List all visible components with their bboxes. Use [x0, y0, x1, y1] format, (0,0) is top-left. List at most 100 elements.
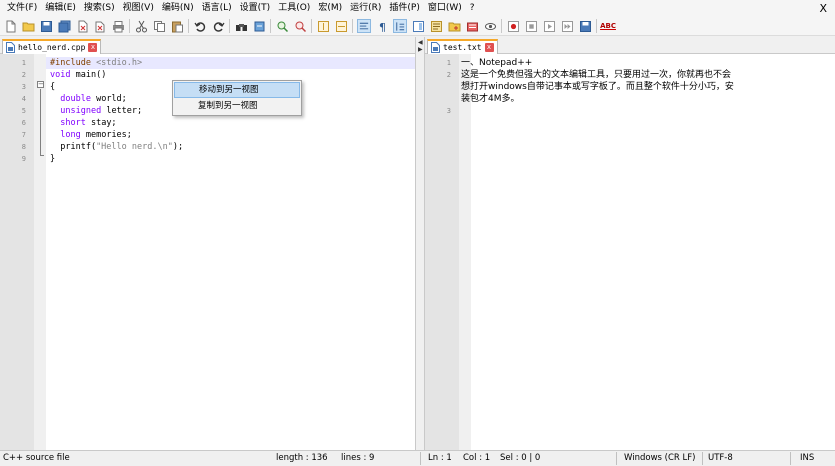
sync-horizontal-icon[interactable]	[334, 19, 348, 33]
line-number: 2	[21, 71, 26, 79]
notepadpp-window: 文件(F) 编辑(E) 搜索(S) 视图(V) 编码(N) 语言(L) 设置(T…	[0, 0, 835, 466]
indent-guide-icon[interactable]	[393, 19, 407, 33]
redo-icon[interactable]	[211, 19, 225, 33]
menu-help[interactable]: ?	[466, 0, 479, 17]
show-all-chars-icon[interactable]: ¶	[375, 19, 389, 33]
new-file-icon[interactable]	[3, 19, 17, 33]
right-tab-bar: test.txt x	[425, 37, 835, 54]
tab-hello-nerd-cpp[interactable]: hello_nerd.cpp x	[2, 39, 102, 54]
menu-window[interactable]: 窗口(W)	[424, 0, 466, 17]
save-icon[interactable]	[39, 19, 53, 33]
save-all-icon[interactable]	[57, 19, 71, 33]
macro-play-multiple-icon[interactable]	[560, 19, 574, 33]
file-icon	[6, 42, 15, 53]
function-list-icon[interactable]	[429, 19, 443, 33]
clone-to-other-view-item[interactable]: 复制到另一视图	[174, 98, 300, 114]
sync-vertical-icon[interactable]	[316, 19, 330, 33]
left-tab-bar: hello_nerd.cpp x	[0, 37, 415, 54]
code-token: {	[50, 82, 56, 92]
macro-play-icon[interactable]	[542, 19, 556, 33]
line-number: 9	[21, 155, 26, 163]
tab-test-txt[interactable]: test.txt x	[427, 39, 498, 54]
status-sel: Sel : 0 | 0	[500, 453, 541, 463]
move-to-other-view-item[interactable]: 移动到另一视图	[174, 82, 300, 98]
window-close-button[interactable]: X	[819, 2, 827, 15]
copy-icon[interactable]	[152, 19, 166, 33]
status-bar: C++ source file length : 136 lines : 9 L…	[0, 450, 835, 466]
text-line: 这是一个免费但强大的文本编辑工具，只要用过一次，你就再也不会	[461, 70, 732, 80]
status-col: Col : 1	[463, 453, 491, 463]
tab-close-icon[interactable]: x	[484, 43, 494, 52]
folder-workspace-icon[interactable]	[447, 19, 461, 33]
code-token: );	[172, 142, 184, 152]
replace-icon[interactable]	[252, 19, 266, 33]
right-editor-view: test.txt x 1 一、Notepad++ 2 这是一个免费但强大的文本编辑工具…	[425, 37, 835, 450]
undo-icon[interactable]	[193, 19, 207, 33]
status-separator	[702, 452, 703, 465]
status-lines: lines : 9	[341, 453, 375, 463]
fold-line-end	[40, 155, 44, 156]
menu-edit[interactable]: 编辑(E)	[41, 0, 80, 17]
doc-map-icon[interactable]	[411, 19, 425, 33]
line-number	[425, 81, 451, 93]
menu-settings[interactable]: 设置(T)	[236, 0, 275, 17]
code-token: stay;	[85, 118, 117, 128]
monitoring-eye-icon[interactable]	[483, 19, 497, 33]
open-folder-icon[interactable]	[21, 19, 35, 33]
code-token: #include	[50, 58, 97, 68]
svg-text:¶: ¶	[379, 21, 386, 33]
close-all-icon[interactable]	[93, 19, 107, 33]
menu-search[interactable]: 搜索(S)	[80, 0, 119, 17]
menu-run[interactable]: 运行(R)	[346, 0, 385, 17]
line-number: 4	[21, 95, 26, 103]
line-number: 1	[446, 59, 451, 67]
menu-tools[interactable]: 工具(O)	[274, 0, 314, 17]
text-editor[interactable]: 1 一、Notepad++ 2 这是一个免费但强大的文本编辑工具，只要用过一次，你就再…	[425, 54, 835, 450]
code-token: void	[50, 70, 71, 80]
line-number: 1	[21, 59, 26, 67]
macro-record-icon[interactable]	[506, 19, 520, 33]
tab-close-icon[interactable]: x	[88, 43, 98, 52]
find-icon[interactable]	[234, 19, 248, 33]
close-file-icon[interactable]	[75, 19, 89, 33]
menu-file[interactable]: 文件(F)	[3, 0, 41, 17]
line-number: 5	[21, 107, 26, 115]
toolbar-separator	[270, 19, 271, 33]
line-number	[425, 93, 451, 105]
line-number: 6	[21, 119, 26, 127]
fold-toggle-icon[interactable]: −	[37, 81, 44, 88]
print-icon[interactable]	[111, 19, 125, 33]
arrow-right-icon[interactable]: ▶	[418, 46, 423, 53]
macro-stop-icon[interactable]	[524, 19, 538, 33]
status-eol: Windows (CR LF)	[624, 453, 696, 463]
code-line: long memories;	[46, 129, 415, 141]
word-wrap-icon[interactable]	[357, 19, 371, 33]
arrow-left-icon[interactable]: ◀	[418, 39, 423, 46]
toolbar-separator	[352, 19, 353, 33]
spell-check-icon[interactable]: ABC	[600, 19, 616, 33]
tab-label: hello_nerd.cpp	[18, 43, 86, 52]
menu-language[interactable]: 语言(L)	[198, 0, 236, 17]
zoom-out-icon[interactable]	[293, 19, 307, 33]
view-splitter[interactable]: ◀ ▶	[415, 37, 425, 450]
code-token: letter;	[101, 106, 143, 116]
menu-encoding[interactable]: 编码(N)	[158, 0, 198, 17]
toolbar-separator	[311, 19, 312, 33]
macro-save-icon[interactable]	[578, 19, 592, 33]
cut-icon[interactable]	[134, 19, 148, 33]
paste-icon[interactable]	[170, 19, 184, 33]
menu-macro[interactable]: 宏(M)	[314, 0, 346, 17]
toolbar: ¶ ABC	[0, 17, 835, 36]
text-line: 装包才4M多。	[461, 94, 520, 104]
menu-view[interactable]: 视图(V)	[119, 0, 158, 17]
status-separator	[420, 452, 421, 465]
menu-plugins[interactable]: 插件(P)	[385, 0, 423, 17]
toolbar-separator	[229, 19, 230, 33]
zoom-in-icon[interactable]	[275, 19, 289, 33]
doc-list-icon[interactable]	[465, 19, 479, 33]
line-number: 3	[446, 107, 451, 115]
